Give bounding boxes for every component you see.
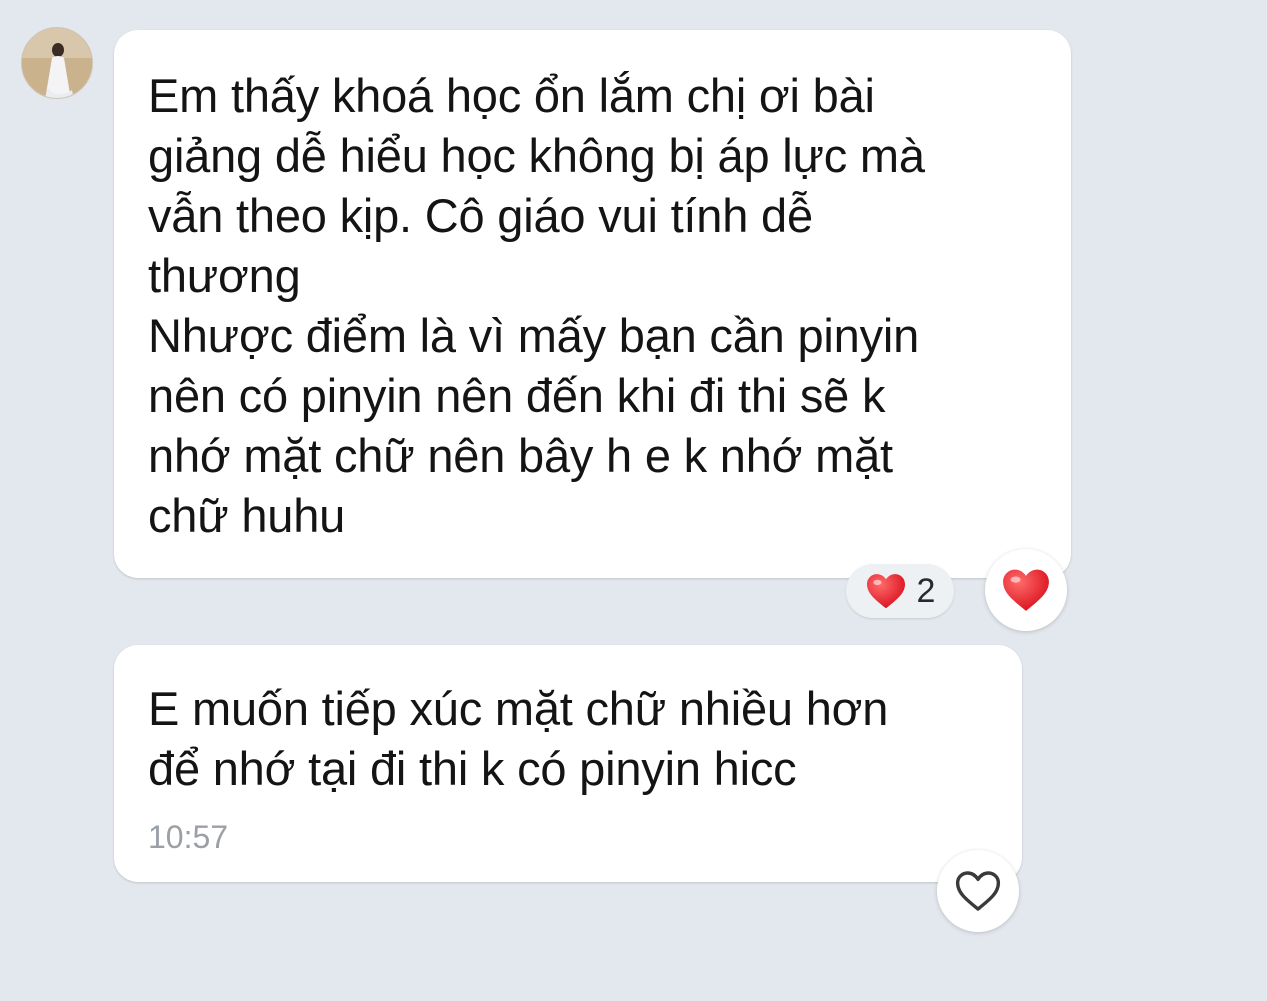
reaction-count: 2 (916, 572, 936, 610)
message-text: Em thấy khoá học ổn lắm chị ơi bài giảng… (148, 69, 925, 542)
sender-avatar[interactable] (21, 27, 93, 99)
message-timestamp: 10:57 (148, 819, 229, 855)
avatar-photo (22, 28, 92, 98)
react-button[interactable] (985, 549, 1067, 631)
heart-filled-icon (1003, 569, 1049, 611)
heart-icon (866, 574, 905, 609)
message-bubble[interactable]: Em thấy khoá học ổn lắm chị ơi bài giảng… (114, 30, 1071, 578)
heart-outline-icon (955, 871, 1001, 911)
react-button[interactable] (937, 850, 1019, 932)
message-text: E muốn tiếp xúc mặt chữ nhiều hơn để nhớ… (148, 682, 889, 795)
reaction-summary[interactable]: 2 (846, 564, 954, 618)
message-bubble[interactable]: E muốn tiếp xúc mặt chữ nhiều hơn để nhớ… (114, 645, 1022, 882)
